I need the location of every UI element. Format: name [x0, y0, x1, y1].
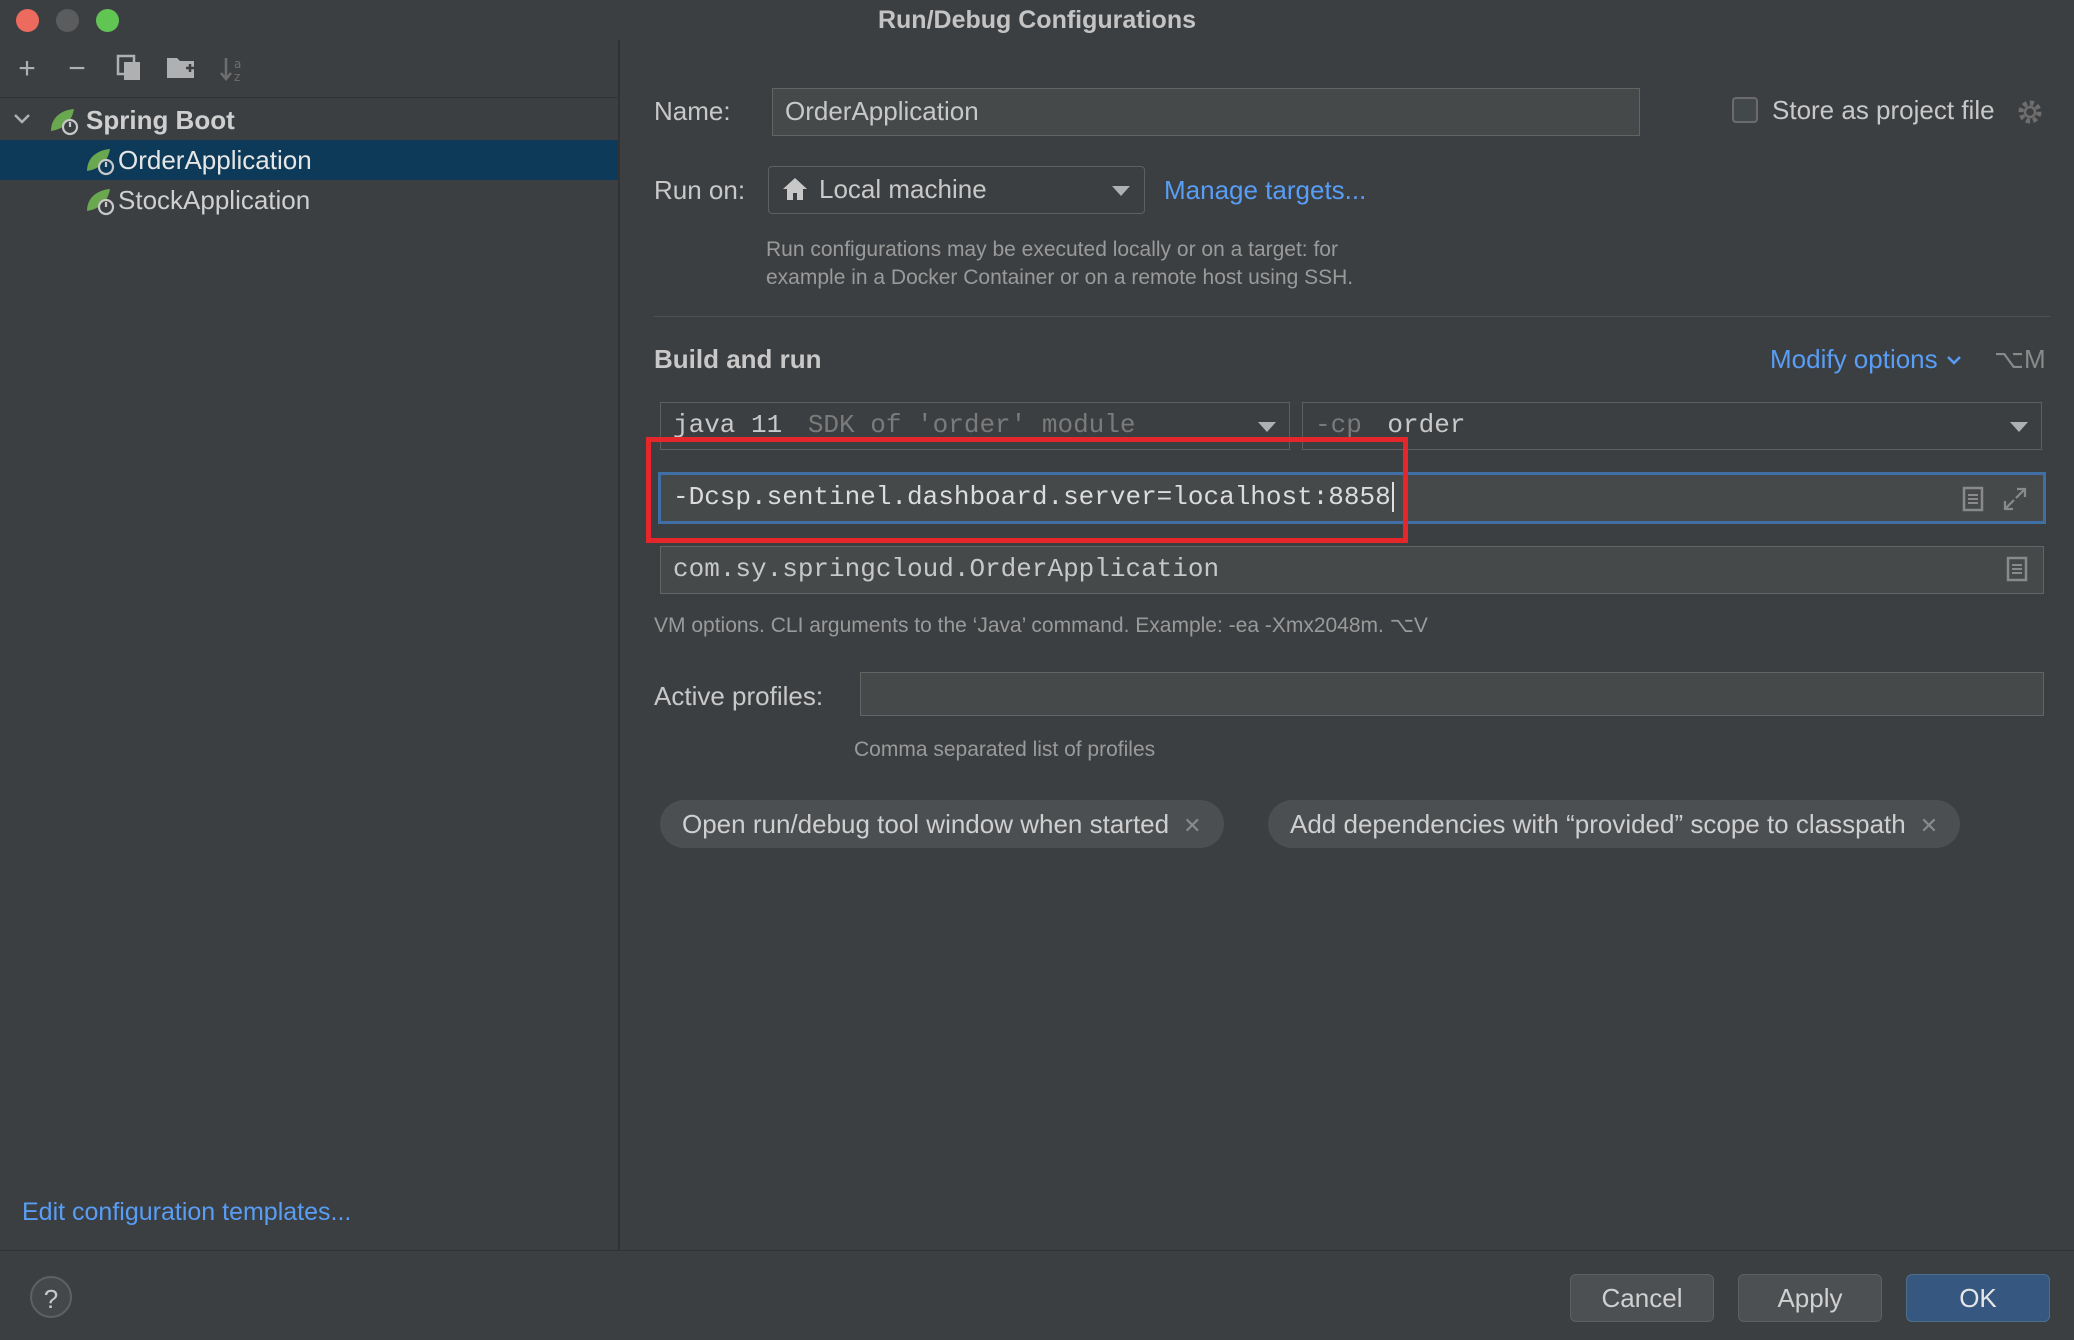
run-on-hint-line2: example in a Docker Container or on a re…: [766, 266, 1354, 289]
jdk-hint: SDK of 'order' module: [807, 410, 1136, 440]
sort-icon[interactable]: az: [218, 54, 248, 84]
chip-label: Add dependencies with “provided” scope t…: [1290, 809, 1906, 839]
modify-options-label: Modify options: [1770, 344, 1938, 374]
manage-targets-link[interactable]: Manage targets...: [1164, 175, 1366, 206]
classpath-dropdown[interactable]: -cp order: [1302, 402, 2042, 450]
active-profiles-hint: Comma separated list of profiles: [854, 738, 1156, 761]
copy-icon[interactable]: [114, 54, 144, 84]
tree-item-label: OrderApplication: [118, 145, 312, 175]
section-divider: [654, 316, 2050, 317]
classpath-value: order: [1387, 410, 1466, 440]
run-on-dropdown[interactable]: Local machine: [768, 166, 1145, 214]
footer-divider: [0, 1250, 2074, 1251]
close-icon[interactable]: ✕: [1920, 813, 1938, 838]
close-icon[interactable]: ✕: [1183, 813, 1201, 838]
chip-add-provided-dependencies[interactable]: Add dependencies with “provided” scope t…: [1268, 800, 1961, 848]
configurations-sidebar: + − az Spring Boot OrderApplication Stoc…: [0, 40, 620, 1250]
chevron-down-icon: [1945, 344, 1963, 374]
store-as-project-file-label: Store as project file: [1772, 95, 1995, 125]
tree-group-label: Spring Boot: [86, 105, 235, 135]
tree-group-spring-boot[interactable]: Spring Boot: [0, 100, 618, 140]
chevron-down-icon[interactable]: [2010, 422, 2028, 432]
text-cursor: [1391, 482, 1394, 513]
run-on-label: Run on:: [654, 175, 746, 205]
gear-icon[interactable]: [2016, 98, 2044, 131]
new-folder-icon[interactable]: [166, 54, 196, 84]
chip-open-run-debug-tool-window[interactable]: Open run/debug tool window when started ✕: [660, 800, 1224, 848]
ok-button[interactable]: OK: [1906, 1274, 2050, 1322]
tree-item-stockapplication[interactable]: StockApplication: [0, 180, 618, 220]
classpath-prefix: -cp: [1315, 410, 1362, 440]
chip-label: Open run/debug tool window when started: [682, 809, 1170, 839]
run-on-value: Local machine: [819, 174, 987, 204]
tree-item-orderapplication[interactable]: OrderApplication: [0, 140, 618, 180]
main-class-field[interactable]: com.sy.springcloud.OrderApplication: [660, 546, 2044, 594]
spring-boot-icon: [84, 145, 115, 176]
help-button[interactable]: ?: [30, 1276, 72, 1318]
name-field[interactable]: OrderApplication: [772, 88, 1640, 136]
expand-icon[interactable]: [2002, 486, 2028, 517]
store-as-project-file-checkbox[interactable]: [1732, 97, 1758, 123]
toolbar-divider: [0, 97, 618, 98]
vm-options-value: -Dcsp.sentinel.dashboard.server=localhos…: [673, 482, 1391, 512]
svg-text:z: z: [234, 70, 240, 84]
spring-boot-icon: [48, 105, 79, 136]
jdk-value: java 11: [673, 410, 783, 440]
name-label: Name:: [654, 96, 731, 126]
clipboard-icon[interactable]: [2006, 556, 2028, 587]
modify-options-shortcut: ⌥M: [1994, 344, 2046, 374]
active-profiles-label: Active profiles:: [654, 681, 824, 711]
vm-options-hint: VM options. CLI arguments to the ‘Java’ …: [654, 614, 1428, 637]
build-and-run-title: Build and run: [654, 344, 822, 374]
home-icon: [782, 176, 808, 207]
vm-options-field[interactable]: -Dcsp.sentinel.dashboard.server=localhos…: [658, 472, 2046, 524]
run-on-hint-line1: Run configurations may be executed local…: [766, 238, 1338, 261]
tree-item-label: StockApplication: [118, 185, 311, 215]
apply-button[interactable]: Apply: [1738, 1274, 1882, 1322]
svg-text:a: a: [234, 57, 241, 71]
modify-options-link[interactable]: Modify options: [1770, 344, 1963, 375]
active-profiles-field[interactable]: [860, 672, 2044, 716]
title-bar: Run/Debug Configurations: [0, 0, 2074, 40]
chevron-down-icon[interactable]: [1258, 422, 1276, 432]
sidebar-toolbar: + − az: [0, 50, 618, 90]
clipboard-icon[interactable]: [1962, 486, 1984, 517]
remove-icon[interactable]: −: [62, 54, 92, 84]
chevron-down-icon[interactable]: [1112, 186, 1130, 196]
edit-configuration-templates-link[interactable]: Edit configuration templates...: [22, 1198, 351, 1227]
cancel-button[interactable]: Cancel: [1570, 1274, 1714, 1322]
window-title: Run/Debug Configurations: [877, 6, 1197, 34]
spring-boot-icon: [84, 185, 115, 216]
add-icon[interactable]: +: [12, 54, 42, 84]
jdk-dropdown[interactable]: java 11 SDK of 'order' module: [660, 402, 1290, 450]
